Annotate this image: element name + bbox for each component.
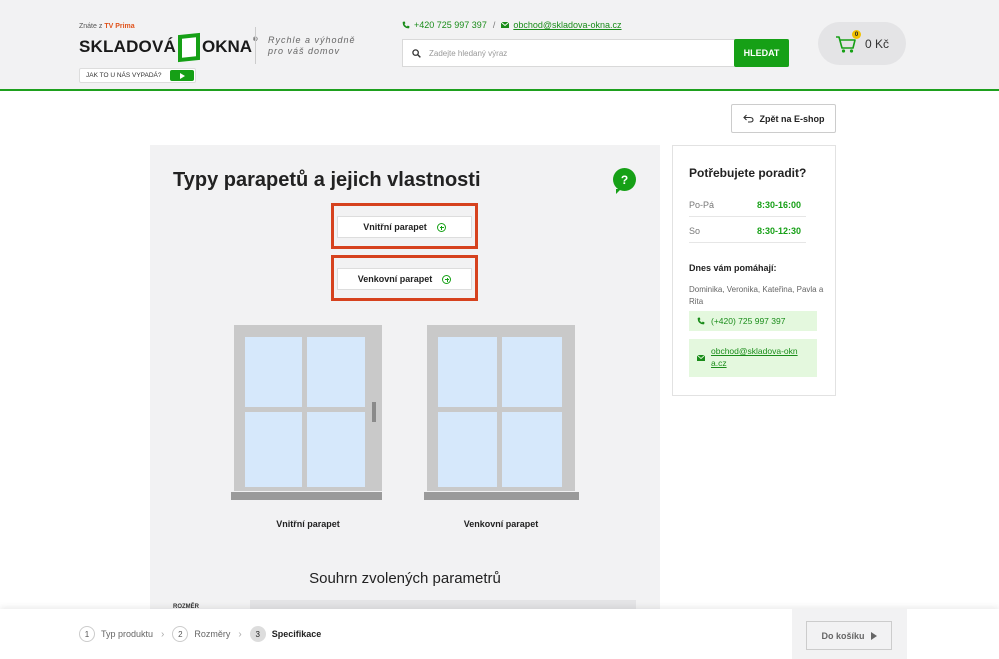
tv-note-prefix: Znáte z [79,23,103,30]
sidebar-email[interactable]: obchod@skladova-okna.cz [689,339,817,377]
window-label-outer: Venkovní parapet [463,519,539,529]
step-number-active: 3 [249,626,266,642]
hours-row: So 8:30-12:30 [689,226,806,243]
logo-word-left: SKLADOVÁ [79,37,176,56]
cart-amount: 0 Kč [865,36,890,51]
logo-word-right: OKNA [202,37,253,56]
bottom-step-bar: 1 Typ produktu › 2 Rozměry › 3 Specifika… [0,609,999,659]
back-to-eshop-button[interactable]: Zpět na E-shop [731,104,836,133]
summary-title: Souhrn zvolených parametrů [309,570,501,587]
sidebar-title: Potřebujete poradit? [689,166,807,180]
cart-widget[interactable]: 0 0 Kč [818,22,906,65]
hours-day: So [689,226,701,236]
tv-note: Znáte z TV Prima [79,23,135,30]
site-header: Znáte z TV Prima SKLADOVÁ OKNA® Rychle a… [0,0,999,91]
logo-word-right-wrap: OKNA® [202,37,257,57]
chevron-right-icon: › [161,628,165,640]
helpers-names: Dominika, Veronika, Kateřina, Pavla a Ri… [689,285,824,306]
cart-count-badge: 0 [852,30,861,39]
step-label-rozmery[interactable]: Rozměry [194,629,230,639]
mail-icon [501,22,510,28]
add-to-cart-label: Do košíku [821,630,865,641]
search-bar: HLEDAT [402,39,789,67]
plus-circle-icon [442,274,452,284]
hours-time: 8:30-12:30 [757,226,802,236]
step-label-typ-produktu[interactable]: Typ produktu [101,629,153,639]
sidebar-phone-number: (+420) 725 997 397 [711,316,786,326]
main-panel: Typy parapetů a jejich vlastnosti ? Vnit… [150,145,660,625]
option-label: Vnitřní parapet [363,222,427,232]
mail-icon [697,355,705,361]
option-venkovni-parapet-highlight: Venkovní parapet [331,255,478,301]
jak-to-vypada-button[interactable]: JAK TO U NÁS VYPADÁ? [79,68,196,83]
back-arrow-icon [742,114,754,123]
step-number[interactable]: 2 [172,626,189,642]
hours-time: 8:30-16:00 [757,200,802,210]
header-contact: +420 725 997 397 / obchod@skladova-okna.… [402,20,622,30]
window-illustration-outer-sill [424,325,579,500]
slogan-line-2: pro váš domov [268,46,341,56]
option-venkovni-parapet-button[interactable]: Venkovní parapet [337,268,472,290]
option-vnitrni-parapet-button[interactable]: Vnitřní parapet [337,216,472,238]
slogan-line-1: Rychle a výhodně [268,35,356,45]
window-label-inner: Vnitřní parapet [276,519,340,529]
step-number[interactable]: 1 [79,626,95,642]
hours-row: Po-Pá 8:30-16:00 [689,200,806,217]
header-phone[interactable]: +420 725 997 397 [414,20,487,30]
site-logo[interactable]: SKLADOVÁ OKNA® [79,32,257,62]
header-divider [255,27,256,64]
logo-window-icon [178,32,200,62]
option-label: Venkovní parapet [357,274,433,284]
help-sidebar: Potřebujete poradit? Po-Pá 8:30-16:00 So… [672,145,836,396]
step-breadcrumb: 1 Typ produktu › 2 Rozměry › 3 Specifika… [79,626,321,642]
helpers-title: Dnes vám pomáhají: [689,263,777,273]
back-button-label: Zpět na E-shop [759,113,825,124]
contact-separator: / [492,20,496,30]
cart-button-area: Do košíku [792,609,907,659]
play-arrow-icon [870,631,877,640]
window-illustration-inner-sill [231,325,382,500]
step-label-specifikace: Specifikace [271,629,322,639]
page-title: Typy parapetů a jejich vlastnosti [173,169,481,191]
search-button[interactable]: HLEDAT [734,39,789,67]
help-icon[interactable]: ? [613,168,636,194]
phone-icon [697,317,705,325]
slogan: Rychle a výhodně pro váš domov [268,35,356,57]
sidebar-phone[interactable]: (+420) 725 997 397 [689,311,817,331]
phone-icon [402,21,410,29]
header-email-link[interactable]: obchod@skladova-okna.cz [513,20,621,30]
search-icon [403,40,429,66]
tv-brand: TV Prima [104,23,135,30]
add-to-cart-button[interactable]: Do košíku [806,621,892,650]
hours-day: Po-Pá [689,200,715,210]
play-icon [170,70,194,81]
option-vnitrni-parapet-highlight: Vnitřní parapet [331,203,478,249]
plus-circle-icon [436,222,446,232]
sidebar-email-link[interactable]: obchod@skladova-okna.cz [711,345,801,369]
chevron-right-icon: › [238,628,242,640]
search-input[interactable] [429,48,734,58]
jak-button-label: JAK TO U NÁS VYPADÁ? [86,72,162,79]
